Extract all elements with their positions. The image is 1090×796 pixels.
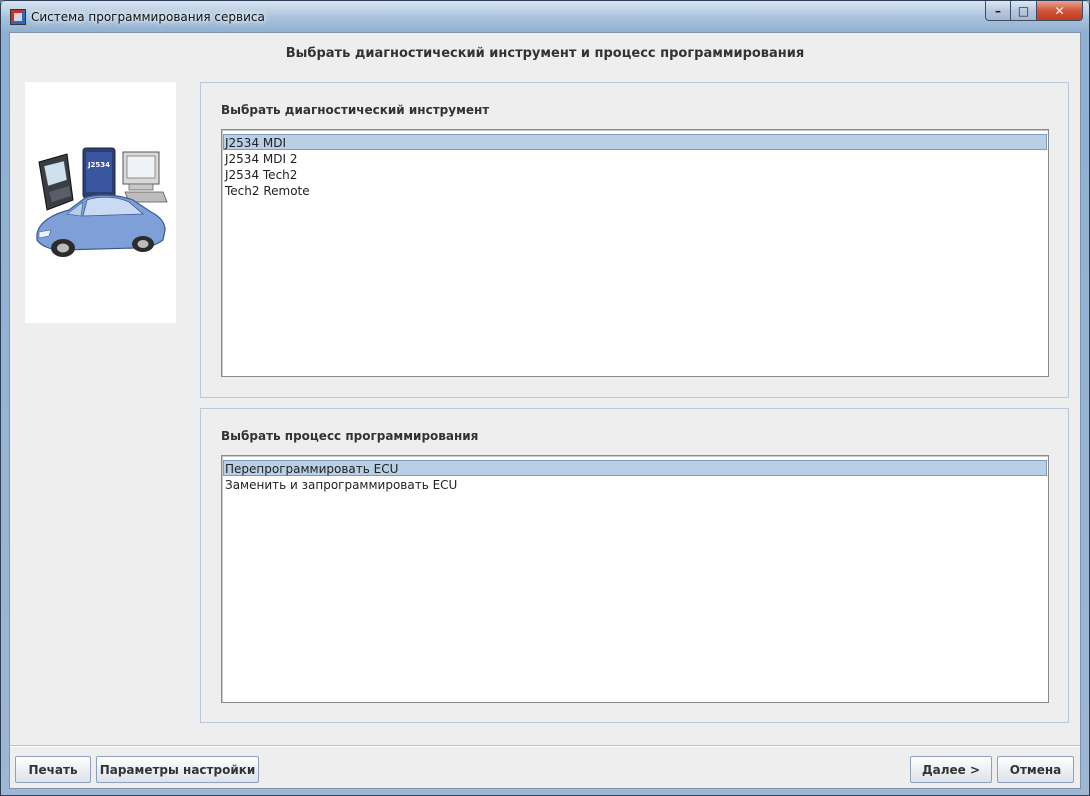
maximize-icon: □ bbox=[1017, 3, 1030, 18]
diagnostic-tools-illustration: J2534 bbox=[25, 82, 176, 323]
window-controls: – □ ✕ bbox=[985, 1, 1083, 21]
app-icon[interactable] bbox=[10, 9, 26, 25]
diagnostic-tool-panel: Выбрать диагностический инструмент J2534… bbox=[200, 82, 1069, 398]
handheld-scanner-icon bbox=[38, 153, 74, 211]
dialog-content: Выбрать диагностический инструмент и про… bbox=[9, 32, 1081, 789]
minimize-icon: – bbox=[995, 3, 1001, 18]
process-item-reprogram-ecu[interactable]: Перепрограммировать ECU bbox=[223, 460, 1047, 476]
application-window: Система программирования сервиса – □ ✕ В… bbox=[0, 0, 1090, 796]
footer-divider bbox=[10, 745, 1080, 747]
diagnostic-tool-label: Выбрать диагностический инструмент bbox=[221, 103, 490, 117]
computer-monitor-icon bbox=[122, 151, 168, 203]
window-title: Система программирования сервиса bbox=[31, 10, 265, 24]
close-icon: ✕ bbox=[1054, 3, 1065, 18]
car-and-tools-image: J2534 bbox=[36, 147, 168, 257]
tool-item-j2534-mdi[interactable]: J2534 MDI bbox=[223, 134, 1047, 150]
diagnostic-tool-list[interactable]: J2534 MDI J2534 MDI 2 J2534 Tech2 Tech2 … bbox=[221, 129, 1049, 377]
next-button[interactable]: Далее > bbox=[910, 756, 992, 783]
maximize-button[interactable]: □ bbox=[1011, 1, 1037, 21]
programming-process-panel: Выбрать процесс программирования Перепро… bbox=[200, 408, 1069, 723]
minimize-button[interactable]: – bbox=[985, 1, 1011, 21]
tool-item-j2534-mdi-2[interactable]: J2534 MDI 2 bbox=[223, 150, 1047, 166]
programming-process-label: Выбрать процесс программирования bbox=[221, 429, 479, 443]
close-button[interactable]: ✕ bbox=[1037, 1, 1083, 21]
svg-text:J2534: J2534 bbox=[87, 161, 110, 169]
cancel-button[interactable]: Отмена bbox=[997, 756, 1074, 783]
title-bar[interactable]: Система программирования сервиса – □ ✕ bbox=[1, 1, 1089, 33]
tool-item-j2534-tech2[interactable]: J2534 Tech2 bbox=[223, 166, 1047, 182]
page-title: Выбрать диагностический инструмент и про… bbox=[285, 46, 805, 61]
j2534-interface-icon: J2534 bbox=[82, 147, 116, 199]
process-item-replace-program-ecu[interactable]: Заменить и запрограммировать ECU bbox=[223, 476, 1047, 492]
print-button[interactable]: Печать bbox=[15, 756, 91, 783]
tool-item-tech2-remote[interactable]: Tech2 Remote bbox=[223, 182, 1047, 198]
programming-process-list[interactable]: Перепрограммировать ECU Заменить и запро… bbox=[221, 455, 1049, 703]
settings-button[interactable]: Параметры настройки bbox=[96, 756, 259, 783]
